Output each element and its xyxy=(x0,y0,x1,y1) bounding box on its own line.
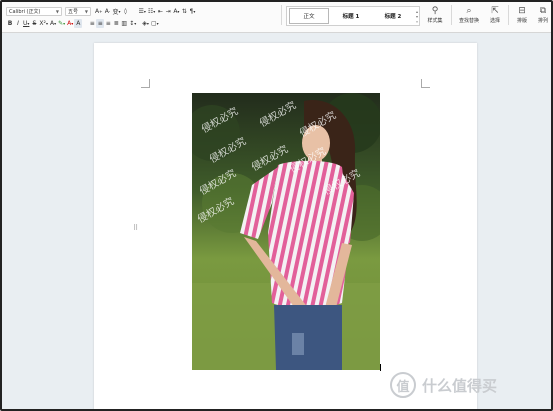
style-heading-1[interactable]: 标题 1 xyxy=(329,8,373,24)
arrange-label: 排列 xyxy=(537,18,548,24)
style-set-label: 样式集 xyxy=(427,18,443,24)
arrange-icon: ⧉ xyxy=(539,6,547,16)
styles-scroll-icon[interactable]: ▴ ▾ ▿ xyxy=(416,9,418,24)
search-icon: ⌕ xyxy=(466,6,472,16)
ribbon-toolbar: Calibri (正文) ▼ 五号 ▼ A + A- 变 ▾ ◊ ☰ ▾ ☷ ▾ ⇤ ⇥… xyxy=(2,2,551,33)
decrease-indent-button[interactable]: ⇤ xyxy=(156,7,164,16)
highlight-button[interactable]: ✎ ▾ xyxy=(57,19,66,28)
brush-icon: ⚲ xyxy=(431,6,439,16)
margin-marker-top-right xyxy=(421,79,430,88)
change-case-button[interactable]: 变 ▾ xyxy=(111,7,121,16)
bold-button[interactable]: B xyxy=(6,19,14,28)
select-button[interactable]: ⇱ 选择 xyxy=(480,5,510,29)
line-spacing-button[interactable]: ↕ ▾ xyxy=(128,19,137,28)
align-left-button[interactable]: ≡ xyxy=(88,19,96,28)
chevron-down-icon: ▼ xyxy=(55,8,59,14)
arrange-button[interactable]: ⧉ 排列 xyxy=(528,5,551,29)
font-name-select[interactable]: Calibri (正文) ▼ xyxy=(6,6,62,16)
borders-button[interactable]: ▢ ▾ xyxy=(150,19,160,28)
layout-icon: ⊟ xyxy=(518,6,526,16)
font-size-select[interactable]: 五号 ▼ xyxy=(65,6,91,16)
superscript-button[interactable]: X² ▾ xyxy=(38,19,49,28)
shading-button[interactable]: ◈ ▾ xyxy=(141,19,150,28)
sort-layout-label: 排版 xyxy=(516,18,527,24)
show-marks-button[interactable]: ¶ ▾ xyxy=(188,7,196,16)
align-right-button[interactable]: ≡ xyxy=(104,19,112,28)
app-window: Calibri (正文) ▼ 五号 ▼ A + A- 变 ▾ ◊ ☰ ▾ ☷ ▾ ⇤ ⇥… xyxy=(0,0,553,411)
styles-gallery: 正文 标题 1 标题 2 ▴ ▾ ▿ xyxy=(286,6,420,26)
ribbon-separator xyxy=(451,5,452,25)
underline-button[interactable]: U ▾ xyxy=(22,19,30,28)
brand-watermark: 值 什么值得买 xyxy=(390,372,497,398)
text-effect-button[interactable]: A ▾ xyxy=(49,19,57,28)
font-color-button[interactable]: A ▾ xyxy=(66,19,74,28)
clear-format-button[interactable]: ◊ xyxy=(122,7,130,16)
cursor-icon: ⇱ xyxy=(491,6,499,16)
ribbon-row-font: Calibri (正文) ▼ 五号 ▼ A + A- 变 ▾ ◊ ☰ ▾ ☷ ▾ ⇤ ⇥… xyxy=(6,6,196,16)
select-label: 选择 xyxy=(489,18,500,24)
ribbon-separator xyxy=(281,5,282,25)
ribbon-row-format: B I U ▾ S X² ▾ A ▾ ✎ ▾ A ▾ A ≡ ≡ ≡ ≣ ▥ ↕ ▾ ◈ ▾ … xyxy=(6,18,160,28)
numbered-list-button[interactable]: ☷ ▾ xyxy=(147,7,156,16)
find-replace-label: 查找替换 xyxy=(458,18,479,24)
style-heading-2[interactable]: 标题 2 xyxy=(373,8,413,24)
grow-font-button[interactable]: A + xyxy=(94,7,103,16)
brand-name: 什么值得买 xyxy=(422,376,498,395)
char-border-button[interactable]: A xyxy=(74,18,83,28)
font-size-value: 五号 xyxy=(68,8,79,15)
text-cursor xyxy=(380,364,381,371)
style-normal[interactable]: 正文 xyxy=(289,8,329,24)
sort-button[interactable]: ⇅ xyxy=(180,7,188,16)
shrink-font-button[interactable]: A- xyxy=(103,7,111,16)
align-center-button[interactable]: ≡ xyxy=(96,18,105,28)
brand-logo-icon: 值 xyxy=(390,372,416,398)
strikethrough-button[interactable]: S xyxy=(30,19,38,28)
drag-handle-icon[interactable]: ⠿ xyxy=(133,225,138,232)
font-name-value: Calibri (正文) xyxy=(9,8,41,15)
justify-button[interactable]: ≣ xyxy=(112,19,120,28)
inserted-image[interactable]: 侵权必究 侵权必究 侵权必究 侵权必究 侵权必究 侵权必究 侵权必究 侵权必究 … xyxy=(192,93,380,370)
photo-illustration: 侵权必究 侵权必究 侵权必究 侵权必究 侵权必究 侵权必究 侵权必究 侵权必究 … xyxy=(192,93,380,370)
bullet-list-button[interactable]: ☰ ▾ xyxy=(138,7,147,16)
distributed-button[interactable]: ▥ xyxy=(120,19,128,28)
margin-marker-top-left xyxy=(141,79,150,88)
increase-indent-button[interactable]: ⇥ xyxy=(164,7,172,16)
chinese-layout-button[interactable]: A ▾ xyxy=(172,7,180,16)
italic-button[interactable]: I xyxy=(14,19,22,28)
style-set-button[interactable]: ⚲ 样式集 xyxy=(420,5,450,29)
chevron-down-icon: ▼ xyxy=(84,8,88,14)
